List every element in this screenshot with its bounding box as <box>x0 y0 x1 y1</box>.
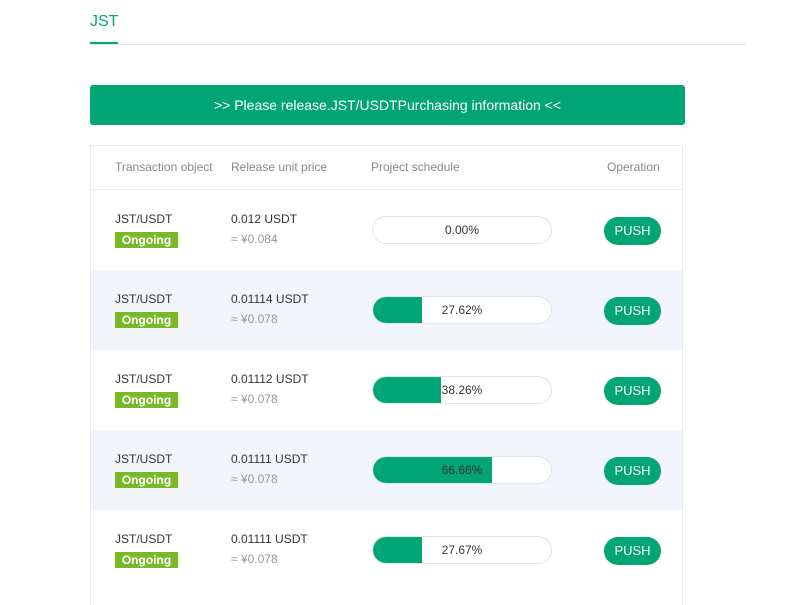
unit-price: 0.012 USDT <box>231 212 298 226</box>
approx-price: ≈ ¥0.078 <box>231 312 278 326</box>
progress-bar: 27.62% <box>372 296 552 324</box>
column-header-operation: Operation <box>607 160 660 174</box>
table-header: Transaction object Release unit price Pr… <box>91 146 682 190</box>
pair-label: JST/USDT <box>115 292 173 306</box>
progress-bar: 0.00% <box>372 216 552 244</box>
progress-bar: 66.66% <box>372 456 552 484</box>
progress-text: 66.66% <box>441 463 483 477</box>
approx-price: ≈ ¥0.078 <box>231 552 278 566</box>
progress-text: 38.26% <box>441 383 483 397</box>
table-row: JST/USDT Ongoing 0.01112 USDT ≈ ¥0.078 3… <box>91 350 682 430</box>
table-row: JST/USDT Ongoing 0.012 USDT ≈ ¥0.084 0.0… <box>91 190 682 270</box>
push-button[interactable]: PUSH <box>604 217 661 245</box>
progress-text: 27.62% <box>441 303 483 317</box>
status-badge: Ongoing <box>115 552 178 568</box>
status-badge: Ongoing <box>115 312 178 328</box>
unit-price: 0.01111 USDT <box>231 452 308 466</box>
unit-price: 0.01112 USDT <box>231 372 309 386</box>
progress-text: 0.00% <box>444 223 480 237</box>
column-header-object: Transaction object <box>115 160 213 174</box>
progress-bar: 27.67% <box>372 536 552 564</box>
column-header-schedule: Project schedule <box>371 160 460 174</box>
push-button[interactable]: PUSH <box>604 297 661 325</box>
progress-text: 27.67% <box>441 543 483 557</box>
approx-price: ≈ ¥0.078 <box>231 472 278 486</box>
approx-price: ≈ ¥0.084 <box>231 232 278 246</box>
column-header-price: Release unit price <box>231 160 328 174</box>
progress-bar: 38.26% <box>372 376 552 404</box>
pair-label: JST/USDT <box>115 212 173 226</box>
unit-price: 0.01114 USDT <box>231 292 309 306</box>
table-row: JST/USDT Ongoing 0.01114 USDT ≈ ¥0.078 2… <box>91 270 682 350</box>
table-row: JST/USDT Ongoing 0.01111 USDT ≈ ¥0.078 2… <box>91 510 682 590</box>
push-button[interactable]: PUSH <box>604 377 661 405</box>
unit-price: 0.01111 USDT <box>231 532 308 546</box>
pair-label: JST/USDT <box>115 452 173 466</box>
pair-label: JST/USDT <box>115 532 173 546</box>
status-badge: Ongoing <box>115 472 178 488</box>
status-badge: Ongoing <box>115 392 178 408</box>
push-button[interactable]: PUSH <box>604 457 661 485</box>
push-button[interactable]: PUSH <box>604 537 661 565</box>
tab-jst[interactable]: JST <box>90 12 119 44</box>
purchase-info-banner[interactable]: >> Please release.JST/USDTPurchasing inf… <box>90 85 685 125</box>
pair-label: JST/USDT <box>115 372 173 386</box>
table-row: JST/USDT Ongoing 0.01111 USDT ≈ ¥0.078 6… <box>91 430 682 510</box>
status-badge: Ongoing <box>115 232 178 248</box>
tab-bar: JST <box>90 0 746 45</box>
approx-price: ≈ ¥0.078 <box>231 392 278 406</box>
release-table: Transaction object Release unit price Pr… <box>90 145 683 605</box>
